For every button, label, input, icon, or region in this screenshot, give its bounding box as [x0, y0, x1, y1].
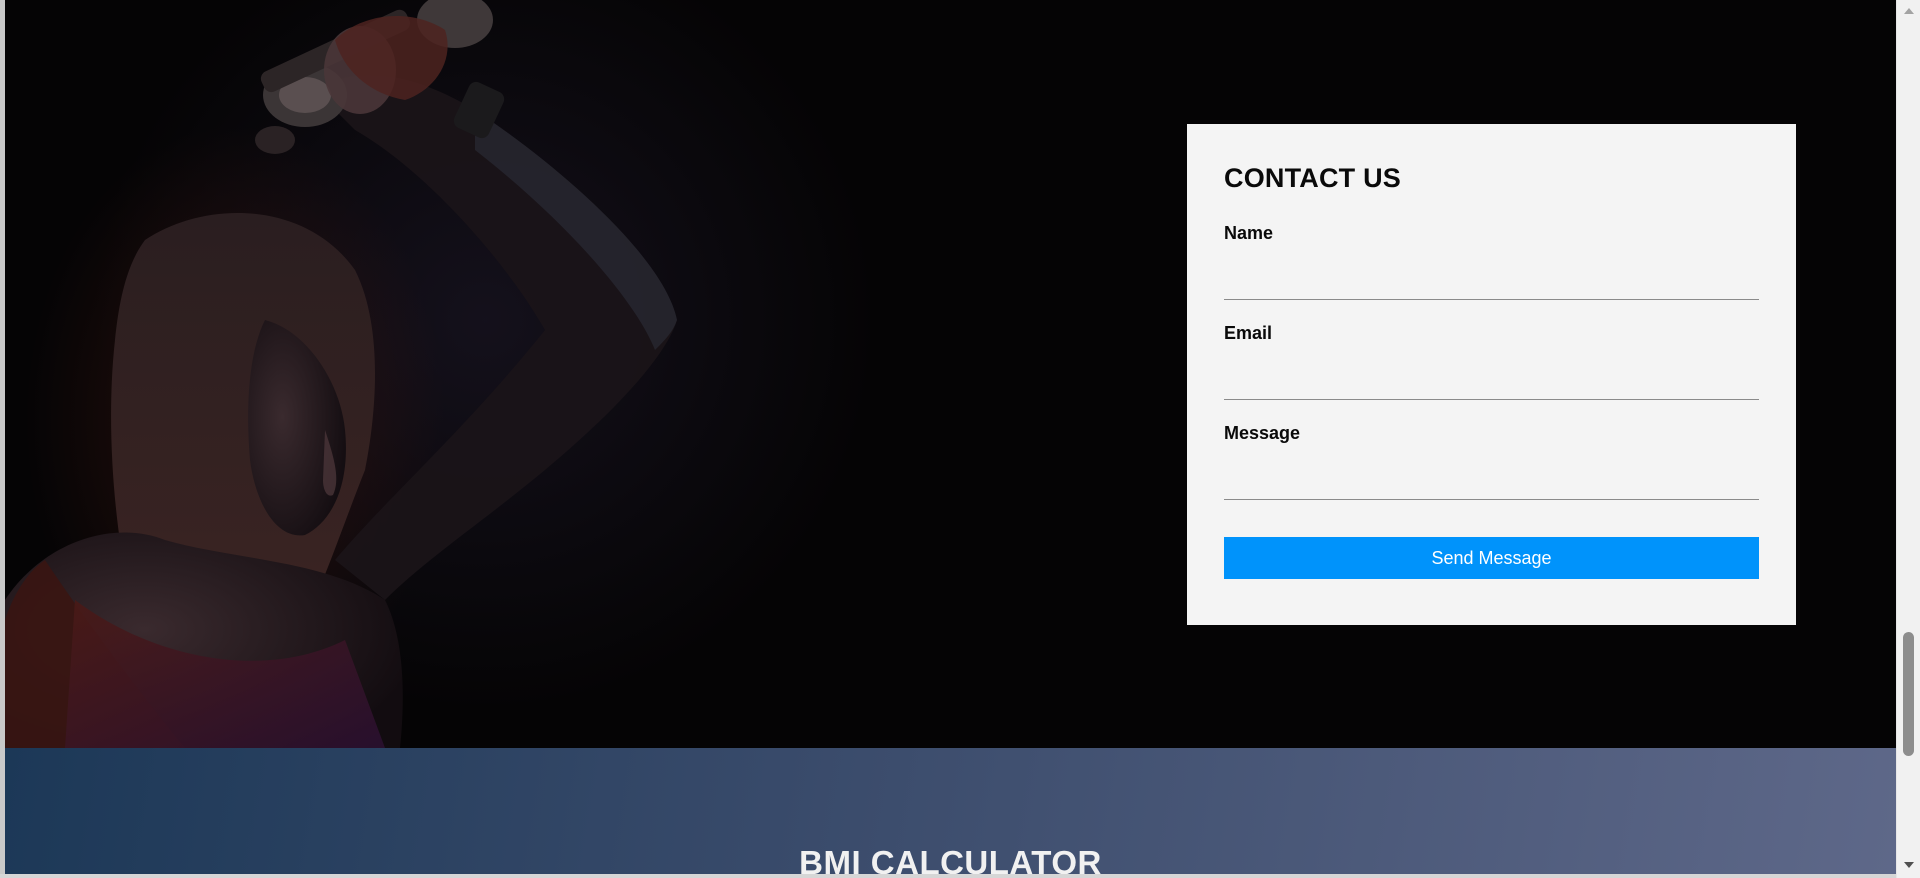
send-message-button[interactable]: Send Message	[1224, 537, 1759, 579]
contact-hero-section: CONTACT US Name Email Message Send Messa…	[5, 0, 1896, 748]
scroll-up-arrow-icon[interactable]	[1904, 8, 1914, 14]
hero-fitness-photo	[5, 0, 677, 748]
message-input[interactable]	[1224, 464, 1759, 500]
bmi-section-title: BMI CALCULATOR	[799, 844, 1102, 878]
email-input[interactable]	[1224, 364, 1759, 400]
name-label: Name	[1224, 223, 1274, 243]
page-bottom-edge	[0, 874, 1896, 878]
vertical-scrollbar[interactable]	[1896, 0, 1920, 878]
email-field: Email	[1224, 322, 1759, 400]
email-label: Email	[1224, 323, 1273, 343]
name-input[interactable]	[1224, 264, 1759, 300]
contact-form-card: CONTACT US Name Email Message Send Messa…	[1187, 124, 1796, 625]
page-viewport: CONTACT US Name Email Message Send Messa…	[0, 0, 1920, 878]
name-field: Name	[1224, 222, 1759, 300]
bmi-calculator-section: BMI CALCULATOR	[5, 748, 1896, 878]
contact-title: CONTACT US	[1224, 163, 1401, 193]
scrollbar-thumb[interactable]	[1903, 632, 1914, 756]
message-field: Message	[1224, 422, 1759, 500]
scroll-down-arrow-icon[interactable]	[1904, 862, 1914, 868]
message-label: Message	[1224, 423, 1301, 443]
